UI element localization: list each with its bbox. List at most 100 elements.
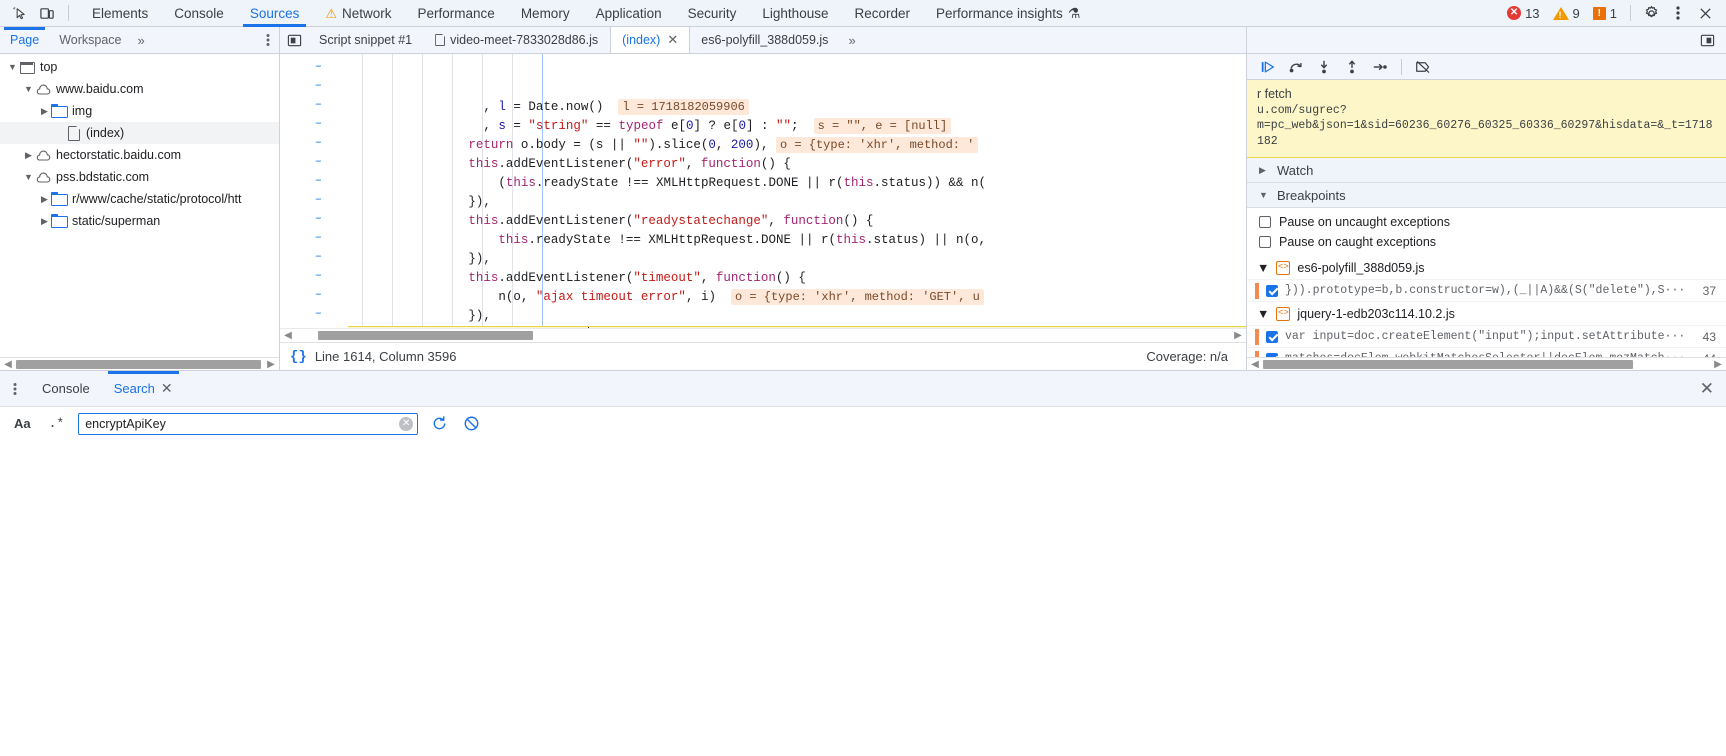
breakpoint-item[interactable]: })).prototype=b,b.constructor=w),(_||A)&… — [1247, 280, 1726, 303]
show-debugger-sidebar-icon[interactable] — [1694, 29, 1720, 51]
navigator-horizontal-scrollbar[interactable]: ◀ ▶ — [0, 357, 279, 370]
close-tab-icon[interactable]: ✕ — [667, 32, 678, 48]
scrollbar-track[interactable] — [14, 359, 265, 370]
gutter-mark[interactable]: – — [280, 284, 348, 303]
twisty-icon[interactable]: ▼ — [22, 84, 35, 94]
code-line[interactable]: n(o, "ajax timeout error", i) o = {type:… — [348, 288, 1246, 307]
gutter-mark[interactable]: – — [280, 56, 348, 75]
gutter-mark[interactable]: – — [280, 246, 348, 265]
device-toolbar-icon[interactable] — [34, 2, 60, 24]
close-icon[interactable] — [1692, 2, 1718, 24]
deactivate-breakpoints-icon[interactable] — [1410, 56, 1436, 78]
close-drawer-icon[interactable]: ✕ — [1700, 379, 1726, 399]
code-line[interactable]: , l = Date.now() l = 1718182059906 — [348, 98, 1246, 117]
gutter-mark[interactable]: – — [280, 151, 348, 170]
step-into-next-function-call-icon[interactable] — [1311, 56, 1337, 78]
checkbox[interactable] — [1259, 216, 1271, 229]
navigator-options-icon[interactable] — [257, 27, 279, 53]
gutter-mark[interactable]: – — [280, 265, 348, 284]
tab-recorder[interactable]: Recorder — [841, 0, 923, 27]
pause-on-caught-exceptions-row[interactable]: Pause on caught exceptions — [1247, 232, 1726, 252]
tree-item-hectorstatic-baidu-com[interactable]: ▶ hectorstatic.baidu.com — [0, 144, 279, 166]
warning-counter[interactable]: 9 — [1547, 6, 1586, 21]
resume-script-execution-icon[interactable] — [1255, 56, 1281, 78]
scroll-right-icon[interactable]: ▶ — [1232, 330, 1244, 341]
source-code-text[interactable]: , l = Date.now() l = 1718182059906, s = … — [348, 54, 1246, 328]
tree-item-pss-bdstatic-com[interactable]: ▼ pss.bdstatic.com — [0, 166, 279, 188]
gutter-mark[interactable]: – — [280, 75, 348, 94]
code-line[interactable]: this.addEventListener("readystatechange"… — [348, 212, 1246, 231]
scroll-left-icon[interactable]: ◀ — [2, 359, 14, 370]
breakpoint-item[interactable]: matches=docElem.webkitMatchesSelector||d… — [1247, 348, 1726, 357]
drawer-options-icon[interactable] — [0, 382, 30, 396]
scrollbar-thumb[interactable] — [318, 331, 533, 340]
scrollbar-track[interactable] — [294, 330, 1232, 341]
tab-application[interactable]: Application — [583, 0, 675, 27]
code-line[interactable]: }), — [348, 250, 1246, 269]
editor-more-tabs-icon[interactable]: » — [840, 27, 861, 53]
tab-performance[interactable]: Performance — [405, 0, 508, 27]
scroll-left-icon[interactable]: ◀ — [1249, 359, 1261, 370]
drawer-tab-search[interactable]: Search ✕ — [102, 371, 185, 406]
code-line[interactable]: this.readyState !== XMLHttpRequest.DONE … — [348, 231, 1246, 250]
kebab-menu-icon[interactable] — [1665, 2, 1691, 24]
tab-memory[interactable]: Memory — [508, 0, 583, 27]
tab-lighthouse[interactable]: Lighthouse — [749, 0, 841, 27]
code-line[interactable]: this.addEventListener("error", function(… — [348, 155, 1246, 174]
pause-on-uncaught-exceptions-row[interactable]: Pause on uncaught exceptions — [1247, 212, 1726, 232]
checkbox[interactable] — [1266, 330, 1278, 343]
tree-item-top[interactable]: ▼ top — [0, 56, 279, 78]
debugger-horizontal-scrollbar[interactable]: ◀ ▶ — [1247, 357, 1726, 370]
gutter-mark[interactable]: – — [280, 113, 348, 132]
section-breakpoints[interactable]: ▼ Breakpoints — [1247, 183, 1726, 209]
checkbox[interactable] — [1259, 236, 1271, 249]
editor-tab-script-snippet[interactable]: Script snippet #1 — [308, 27, 424, 53]
gutter-mark[interactable]: – — [280, 94, 348, 113]
twisty-icon[interactable]: ▼ — [1257, 307, 1269, 321]
code-line[interactable]: this.addEventListener("timeout", functio… — [348, 269, 1246, 288]
twisty-icon[interactable]: ▼ — [1259, 190, 1269, 200]
gutter-mark[interactable]: – — [280, 227, 348, 246]
gutter-mark[interactable]: – — [280, 189, 348, 208]
gutter-mark[interactable]: – — [280, 303, 348, 322]
twisty-icon[interactable]: ▶ — [1259, 165, 1269, 176]
editor-tab-index[interactable]: (index) ✕ — [610, 27, 691, 53]
drawer-tab-console[interactable]: Console — [30, 371, 102, 406]
pretty-print-icon[interactable]: {} — [290, 349, 307, 365]
editor-tab-es6-polyfill[interactable]: es6-polyfill_388d059.js — [690, 27, 840, 53]
scrollbar-track[interactable] — [1261, 359, 1712, 370]
editor-tab-video-meet[interactable]: video-meet-7833028d86.js — [424, 27, 610, 53]
close-tab-icon[interactable]: ✕ — [161, 380, 173, 397]
tree-item-cache-static-protocol[interactable]: ▶ r/www/cache/static/protocol/htt — [0, 188, 279, 210]
section-watch[interactable]: ▶ Watch — [1247, 158, 1726, 184]
navigator-more-tabs-icon[interactable]: » — [132, 33, 149, 48]
code-line[interactable]: }), — [348, 307, 1246, 326]
clear-search-icon[interactable]: ✕ — [399, 416, 414, 431]
code-viewport[interactable]: – – – – – – – – – – – – – – – – – — [280, 54, 1246, 328]
twisty-icon[interactable]: ▼ — [6, 62, 19, 72]
gutter-mark[interactable]: – — [280, 132, 348, 151]
line-number-gutter[interactable]: – – – – – – – – – – – – – – – – – — [280, 54, 348, 328]
search-input[interactable] — [78, 412, 419, 435]
tab-sources[interactable]: Sources — [237, 0, 313, 27]
twisty-icon[interactable]: ▼ — [22, 172, 35, 182]
show-navigator-icon[interactable] — [280, 27, 308, 53]
gear-icon[interactable] — [1638, 2, 1664, 24]
twisty-icon[interactable]: ▶ — [38, 216, 51, 226]
code-line[interactable]: , s = "string" == typeof e[0] ? e[0] : "… — [348, 117, 1246, 136]
step-out-of-current-function-icon[interactable] — [1339, 56, 1365, 78]
tree-item-img[interactable]: ▶ img — [0, 100, 279, 122]
gutter-mark[interactable]: – — [280, 170, 348, 189]
scrollbar-thumb[interactable] — [16, 359, 261, 369]
navigator-tab-workspace[interactable]: Workspace — [49, 27, 131, 53]
code-lines[interactable]: , l = Date.now() l = 1718182059906, s = … — [348, 98, 1246, 328]
search-results-panel[interactable] — [0, 440, 1726, 756]
refresh-icon[interactable] — [428, 413, 450, 435]
tree-item-static-superman[interactable]: ▶ static/superman — [0, 210, 279, 232]
code-line[interactable]: (this.readyState !== XMLHttpRequest.DONE… — [348, 174, 1246, 193]
breakpoint-file-jquery[interactable]: ▼ <> jquery-1-edb203c114.10.2.js — [1247, 302, 1726, 327]
tab-elements[interactable]: Elements — [79, 0, 161, 27]
breakpoint-item[interactable]: var input=doc.createElement("input");inp… — [1247, 326, 1726, 349]
breakpoint-file-es6-polyfill[interactable]: ▼ <> es6-polyfill_388d059.js — [1247, 256, 1726, 281]
tab-performance-insights[interactable]: Performance insights ⚗ — [923, 0, 1093, 27]
